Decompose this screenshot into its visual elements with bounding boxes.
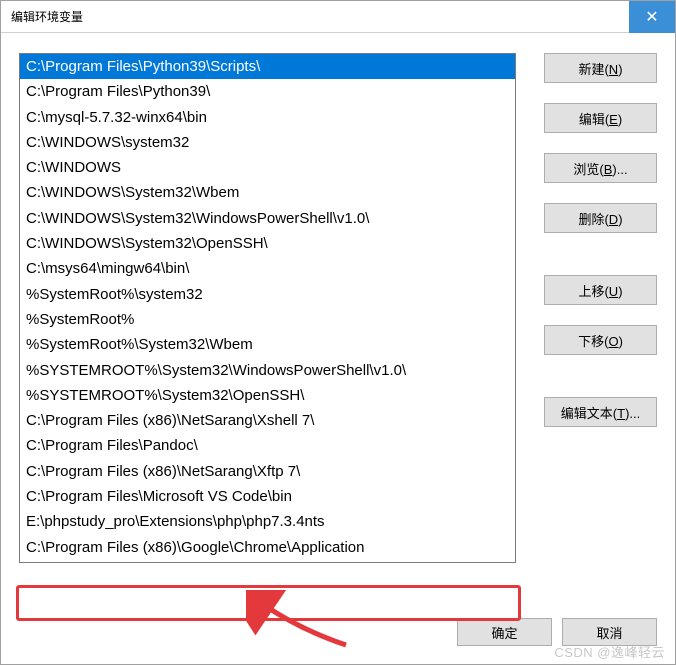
movedown-button[interactable]: 下移(O) xyxy=(544,325,657,355)
list-item[interactable]: C:\mysql-5.7.32-winx64\bin xyxy=(20,105,515,130)
browse-button[interactable]: 浏览(B)... xyxy=(544,153,657,183)
path-listbox[interactable]: C:\Program Files\Python39\Scripts\C:\Pro… xyxy=(19,53,516,563)
moveup-button[interactable]: 上移(U) xyxy=(544,275,657,305)
list-item[interactable]: C:\Program Files\Python39\Scripts\ xyxy=(20,54,515,79)
list-item[interactable]: C:\Program Files (x86)\NetSarang\Xshell … xyxy=(20,408,515,433)
list-item[interactable]: C:\WINDOWS\System32\WindowsPowerShell\v1… xyxy=(20,206,515,231)
list-item[interactable]: C:\WINDOWS\System32\Wbem xyxy=(20,180,515,205)
dialog-title: 编辑环境变量 xyxy=(1,8,629,25)
list-item[interactable]: C:\Program Files (x86)\Google\Chrome\App… xyxy=(20,535,515,560)
list-item[interactable]: %SystemRoot%\system32 xyxy=(20,282,515,307)
list-item[interactable]: %SystemRoot%\System32\Wbem xyxy=(20,332,515,357)
list-container: C:\Program Files\Python39\Scripts\C:\Pro… xyxy=(19,53,530,646)
new-button[interactable]: 新建(N) xyxy=(544,53,657,83)
list-item[interactable]: E:\phpstudy_pro\Extensions\php\php7.3.4n… xyxy=(20,509,515,534)
content-area: C:\Program Files\Python39\Scripts\C:\Pro… xyxy=(1,33,675,664)
edit-button[interactable]: 编辑(E) xyxy=(544,103,657,133)
list-item[interactable]: C:\Program Files (x86)\NetSarang\Xftp 7\ xyxy=(20,459,515,484)
side-buttons: 新建(N) 编辑(E) 浏览(B)... 删除(D) 上移(U) 下移(O) 编… xyxy=(544,53,657,646)
list-item[interactable]: C:\Program Files\nodejs\ xyxy=(20,560,515,563)
list-item[interactable]: C:\WINDOWS\System32\OpenSSH\ xyxy=(20,231,515,256)
ok-button[interactable]: 确定 xyxy=(457,618,552,646)
close-icon: ✕ xyxy=(645,7,658,27)
list-item[interactable]: %SYSTEMROOT%\System32\WindowsPowerShell\… xyxy=(20,358,515,383)
list-item[interactable]: %SystemRoot% xyxy=(20,307,515,332)
delete-button[interactable]: 删除(D) xyxy=(544,203,657,233)
titlebar: 编辑环境变量 ✕ xyxy=(1,1,675,33)
list-item[interactable]: C:\WINDOWS\system32 xyxy=(20,130,515,155)
close-button[interactable]: ✕ xyxy=(629,1,675,33)
list-item[interactable]: C:\Program Files\Pandoc\ xyxy=(20,433,515,458)
dialog-window: 编辑环境变量 ✕ C:\Program Files\Python39\Scrip… xyxy=(0,0,676,665)
watermark: CSDN @逸峰轻云 xyxy=(554,642,665,661)
list-item[interactable]: %SYSTEMROOT%\System32\OpenSSH\ xyxy=(20,383,515,408)
list-item[interactable]: C:\msys64\mingw64\bin\ xyxy=(20,256,515,281)
list-item[interactable]: C:\Program Files\Microsoft VS Code\bin xyxy=(20,484,515,509)
list-item[interactable]: C:\WINDOWS xyxy=(20,155,515,180)
list-item[interactable]: C:\Program Files\Python39\ xyxy=(20,79,515,104)
edittext-button[interactable]: 编辑文本(T)... xyxy=(544,397,657,427)
